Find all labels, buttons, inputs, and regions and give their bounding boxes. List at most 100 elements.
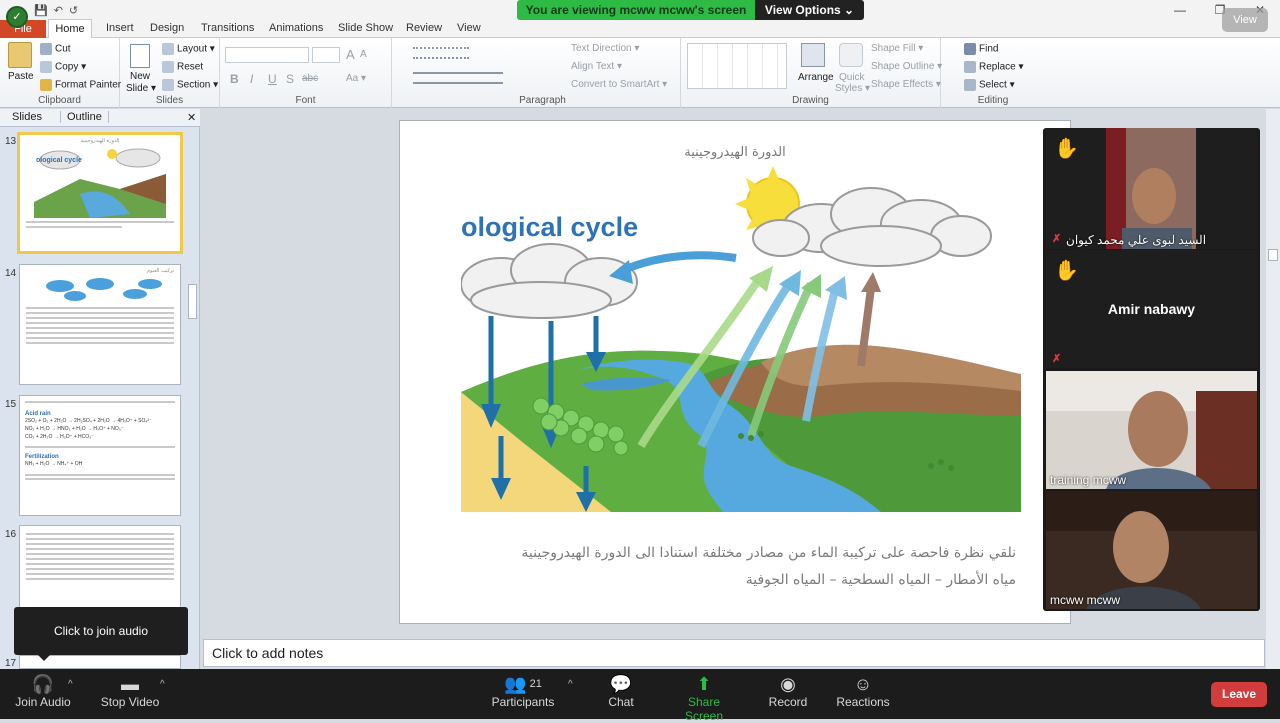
section-button[interactable]: Section ▾ xyxy=(162,79,218,91)
text-line xyxy=(25,474,175,476)
participant-name: Amir nabawy xyxy=(1107,301,1196,317)
tab-review[interactable]: Review xyxy=(406,22,442,34)
headphones-icon: 🎧 xyxy=(31,674,55,694)
audio-options-chevron-icon[interactable]: ^ xyxy=(68,679,73,690)
raised-hand-icon: ✋ xyxy=(1054,260,1079,282)
text-line xyxy=(26,538,174,540)
tab-design[interactable]: Design xyxy=(150,22,184,34)
leave-button[interactable]: Leave xyxy=(1211,682,1267,707)
align-buttons[interactable] xyxy=(413,72,503,84)
convert-smartart-button[interactable]: Convert to SmartArt ▾ xyxy=(571,79,667,90)
bold-button[interactable]: B xyxy=(230,72,239,86)
shadow-button[interactable]: S xyxy=(286,72,294,86)
record-button[interactable]: ◉ Record xyxy=(766,669,810,719)
find-button[interactable]: Find xyxy=(964,43,998,55)
tab-insert[interactable]: Insert xyxy=(106,22,134,34)
tab-slideshow[interactable]: Slide Show xyxy=(338,22,393,34)
save-icon[interactable]: 💾 xyxy=(34,4,48,17)
grow-font-button[interactable]: A xyxy=(346,47,355,62)
slide-body-line1[interactable]: نلقي نظرة فاحصة على تركيبة الماء من مصاد… xyxy=(521,545,1016,561)
panel-scrollbar-thumb[interactable] xyxy=(188,284,197,319)
quick-styles-icon[interactable] xyxy=(839,43,863,67)
clipboard-group-label: Clipboard xyxy=(38,95,81,106)
participant-tile[interactable]: ✋ ✗ السيد لبوى علي محمد كيوان xyxy=(1046,128,1257,249)
participants-chevron-icon[interactable]: ^ xyxy=(568,679,573,690)
text-line xyxy=(25,401,175,403)
slide-thumbnail-13[interactable]: الدورة الهيدروجينية ological cycle xyxy=(17,132,183,254)
video-options-chevron-icon[interactable]: ^ xyxy=(160,679,165,690)
copy-button[interactable]: Copy ▾ xyxy=(40,61,86,73)
ribbon-tabs: Insert Design Transitions Animations Sli… xyxy=(0,20,1280,38)
view-button[interactable]: View xyxy=(1222,8,1268,32)
binoculars-icon xyxy=(964,43,976,55)
tab-transitions[interactable]: Transitions xyxy=(201,22,254,34)
slide-body-line2[interactable]: مياه الأمطار – المياه السطحية – المياه ا… xyxy=(746,572,1016,588)
thumb-equation: NH₃ + H₂O → NH₄⁺ + OH xyxy=(25,461,83,467)
shape-effects-button[interactable]: Shape Effects ▾ xyxy=(871,79,941,90)
security-shield-icon[interactable]: ✓ xyxy=(6,6,28,28)
scrollbar-thumb[interactable] xyxy=(1268,249,1278,261)
select-button[interactable]: Select ▾ xyxy=(964,79,1015,91)
participant-tile[interactable]: training mcww xyxy=(1046,371,1257,489)
slide-thumbnail-15[interactable]: Acid rain 2SO₂ + O₂ + 2H₂O → 2H₂SO₄ + 2H… xyxy=(19,395,181,516)
view-options-button[interactable]: View Options ⌄ xyxy=(755,0,864,20)
new-slide-label[interactable]: New xyxy=(130,71,150,82)
reactions-label: Reactions xyxy=(836,695,890,709)
quick-styles-label[interactable]: Quick xyxy=(839,72,865,83)
new-slide-dropdown[interactable]: Slide ▾ xyxy=(126,83,156,94)
tab-animations[interactable]: Animations xyxy=(269,22,323,34)
undo-icon[interactable]: ↶ xyxy=(54,4,63,17)
share-screen-button[interactable]: ⬆ Share Screen xyxy=(668,669,740,723)
quick-styles-dropdown[interactable]: Styles ▾ xyxy=(835,83,870,94)
notes-pane[interactable]: Click to add notes xyxy=(203,639,1265,667)
layout-button[interactable]: Layout ▾ xyxy=(162,43,215,55)
thumb-diagram-label: ological cycle xyxy=(36,157,82,164)
vertical-scrollbar[interactable] xyxy=(1266,109,1280,669)
align-text-button[interactable]: Align Text ▾ xyxy=(571,61,622,72)
drawing-group: Arrange Quick Styles ▾ Shape Fill ▾ Shap… xyxy=(681,38,942,108)
strikethrough-button[interactable]: abc xyxy=(302,73,318,84)
stop-video-button[interactable]: ▬ Stop Video xyxy=(98,669,162,719)
tab-view[interactable]: View xyxy=(457,22,481,34)
minimize-button[interactable]: — xyxy=(1160,0,1200,20)
arrange-button[interactable]: Arrange xyxy=(798,72,834,83)
panel-close-button[interactable]: ✕ xyxy=(187,111,196,124)
slide-thumbnail-14[interactable]: تركيب الغيوم xyxy=(19,264,181,385)
list-buttons[interactable] xyxy=(413,47,469,59)
reactions-button[interactable]: ☺ Reactions xyxy=(836,669,890,719)
tab-outline-panel[interactable]: Outline xyxy=(60,111,109,123)
format-painter-button[interactable]: Format Painter xyxy=(40,79,121,91)
change-case-button[interactable]: Aa ▾ xyxy=(346,73,366,84)
text-direction-button[interactable]: Text Direction ▾ xyxy=(571,43,639,54)
slide-title[interactable]: الدورة الهيدروجينية xyxy=(400,145,1070,160)
reset-button[interactable]: Reset xyxy=(162,61,203,73)
replace-button[interactable]: Replace ▾ xyxy=(964,61,1024,73)
redo-icon[interactable]: ↺ xyxy=(69,4,78,17)
cut-button[interactable]: Cut xyxy=(40,43,71,55)
paste-button[interactable]: Paste xyxy=(8,71,34,82)
clipboard-group: Paste Cut Copy ▾ Format Painter Clipboar… xyxy=(0,38,121,108)
shape-fill-button[interactable]: Shape Fill ▾ xyxy=(871,43,923,54)
arrange-icon[interactable] xyxy=(801,43,825,67)
shape-outline-button[interactable]: Shape Outline ▾ xyxy=(871,61,942,72)
hydrological-cycle-diagram[interactable]: ological cycle xyxy=(461,166,1021,512)
tab-slides-panel[interactable]: Slides xyxy=(12,111,42,123)
underline-button[interactable]: U xyxy=(268,72,277,86)
participant-tile[interactable]: ✋ Amir nabawy ✗ xyxy=(1046,250,1257,368)
new-slide-icon[interactable] xyxy=(130,44,150,68)
font-size-select[interactable] xyxy=(312,47,340,63)
shapes-gallery[interactable] xyxy=(687,43,787,89)
water-cycle-illustration: ological cycle xyxy=(461,166,1021,512)
shrink-font-button[interactable]: A xyxy=(360,49,367,60)
italic-button[interactable]: I xyxy=(250,72,253,86)
join-audio-button[interactable]: 🎧 Join Audio xyxy=(12,669,74,719)
chat-button[interactable]: 💬 Chat xyxy=(600,669,642,719)
paste-icon[interactable] xyxy=(8,42,32,68)
current-slide[interactable]: الدورة الهيدروجينية ological cycle نلقي … xyxy=(399,120,1071,624)
section-icon xyxy=(162,79,174,91)
tab-home[interactable]: Home xyxy=(48,19,92,39)
participant-tile[interactable]: mcww mcww xyxy=(1046,491,1257,609)
font-family-select[interactable] xyxy=(225,47,309,63)
participants-button[interactable]: 👥 21 Participants xyxy=(488,669,558,719)
editing-group: Find Replace ▾ Select ▾ Editing xyxy=(960,38,1026,108)
